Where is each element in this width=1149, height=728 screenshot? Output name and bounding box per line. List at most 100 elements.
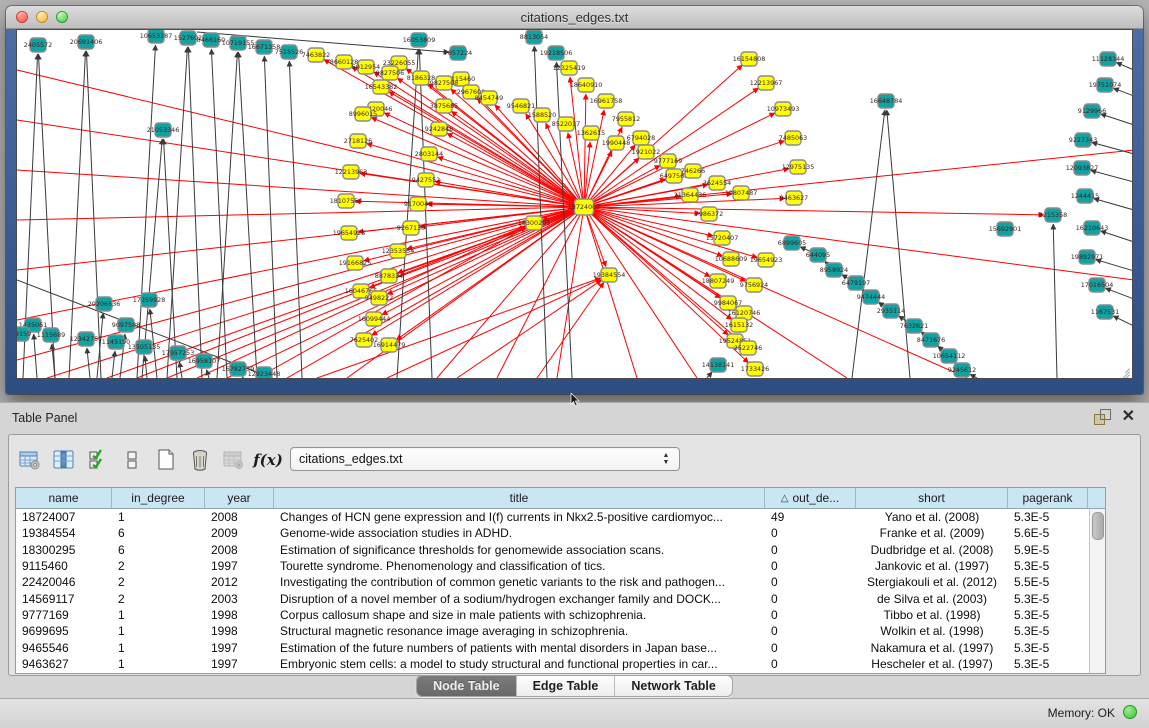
cell-pagerank[interactable]: 5.5E-5 xyxy=(1008,575,1088,589)
column-header-name[interactable]: name xyxy=(16,488,112,508)
close-panel-icon[interactable]: ✕ xyxy=(1122,409,1135,425)
graph-node[interactable]: 7986372 xyxy=(695,207,723,221)
graph-node[interactable]: 7857224 xyxy=(444,46,472,60)
cell-name[interactable]: 9777169 xyxy=(16,608,112,622)
graph-node[interactable]: 20691406 xyxy=(70,35,103,49)
graph-node[interactable]: 19218506 xyxy=(540,46,573,60)
graph-node[interactable]: 12325419 xyxy=(553,61,586,75)
cell-title[interactable]: Estimation of significance thresholds fo… xyxy=(274,543,765,557)
graph-node[interactable]: 9227343 xyxy=(1069,133,1097,147)
cell-pagerank[interactable]: 5.3E-5 xyxy=(1008,608,1088,622)
graph-node[interactable]: 15692901 xyxy=(989,222,1022,236)
graph-node[interactable]: 9827506 xyxy=(376,66,404,80)
column-header-in_degree[interactable]: in_degree xyxy=(112,488,205,508)
delete-table-button[interactable] xyxy=(185,445,215,475)
graph-node[interactable]: 9267130 xyxy=(397,221,425,235)
graph-node[interactable]: 19654923 xyxy=(750,253,783,267)
cell-short[interactable]: Dudbridge et al. (2008) xyxy=(856,543,1008,557)
cell-pagerank[interactable]: 5.3E-5 xyxy=(1008,592,1088,606)
graph-node[interactable]: 12975135 xyxy=(782,160,815,174)
cell-pagerank[interactable]: 5.3E-5 xyxy=(1008,657,1088,671)
zoom-button[interactable] xyxy=(56,11,68,23)
citation-network-graph[interactable]: 1872400774638228660128591295423226055982… xyxy=(17,30,1133,378)
cell-short[interactable]: de Silva et al. (2003) xyxy=(856,592,1008,606)
cell-short[interactable]: Nakamura et al. (1997) xyxy=(856,641,1008,655)
table-row[interactable]: 977716911998Corpus callosum shape and si… xyxy=(16,607,1090,623)
cell-year[interactable]: 1997 xyxy=(205,559,274,573)
cell-in_degree[interactable]: 2 xyxy=(112,559,205,573)
graph-node[interactable]: 7955812 xyxy=(612,112,640,126)
graph-node[interactable]: 18807249 xyxy=(702,274,735,288)
table-row[interactable]: 1830029562008Estimation of significance … xyxy=(16,542,1090,558)
graph-node[interactable]: 15720407 xyxy=(706,231,739,245)
graph-node[interactable]: 7485063 xyxy=(779,131,807,145)
row-select-button[interactable] xyxy=(83,445,113,475)
cell-out_degree[interactable]: 0 xyxy=(765,543,856,557)
cell-in_degree[interactable]: 1 xyxy=(112,641,205,655)
graph-node[interactable]: 1115689 xyxy=(37,328,65,342)
cell-title[interactable]: Investigating the contribution of common… xyxy=(274,575,765,589)
column-header-out_degree[interactable]: △out_de... xyxy=(765,488,856,508)
graph-node[interactable]: 1615132 xyxy=(725,318,753,332)
graph-node[interactable]: 1733426 xyxy=(741,362,769,376)
graph-node[interactable]: 21053346 xyxy=(147,123,180,137)
cell-out_degree[interactable]: 0 xyxy=(765,657,856,671)
graph-node[interactable]: 12213967 xyxy=(750,76,783,90)
cell-pagerank[interactable]: 5.3E-5 xyxy=(1008,641,1088,655)
cell-in_degree[interactable]: 1 xyxy=(112,608,205,622)
graph-node[interactable]: 18640910 xyxy=(570,78,603,92)
window-titlebar[interactable]: citations_edges.txt xyxy=(6,6,1143,29)
cell-name[interactable]: 19384554 xyxy=(16,526,112,540)
graph-node[interactable]: 6479197 xyxy=(842,276,870,290)
cell-title[interactable]: Corpus callosum shape and size in male p… xyxy=(274,608,765,622)
graph-node[interactable]: 12093827 xyxy=(1066,161,1099,175)
tab-node-table[interactable]: Node Table xyxy=(417,676,516,696)
cell-name[interactable]: 22420046 xyxy=(16,575,112,589)
graph-node[interactable]: 6794028 xyxy=(627,131,655,145)
cell-year[interactable]: 1998 xyxy=(205,608,274,622)
cell-in_degree[interactable]: 1 xyxy=(112,510,205,524)
cell-title[interactable]: Tourette syndrome. Phenomenology and cla… xyxy=(274,559,765,573)
graph-node[interactable]: 9498222 xyxy=(365,291,393,305)
graph-node[interactable]: 7515526 xyxy=(275,45,303,59)
graph-node[interactable]: 12213963 xyxy=(335,165,368,179)
graph-node[interactable]: 1244415 xyxy=(1071,189,1099,203)
graph-node[interactable]: 8813054 xyxy=(520,30,548,44)
graph-node[interactable]: 16648784 xyxy=(870,94,903,108)
import-table-button[interactable] xyxy=(219,445,249,475)
cell-pagerank[interactable]: 5.6E-5 xyxy=(1008,526,1088,540)
cell-title[interactable]: Embryonic stem cells: a model to study s… xyxy=(274,657,765,671)
column-header-short[interactable]: short xyxy=(856,488,1008,508)
table-row[interactable]: 911546021997Tourette syndrome. Phenomeno… xyxy=(16,558,1090,574)
tab-edge-table[interactable]: Edge Table xyxy=(517,676,616,696)
graph-node[interactable]: 8454749 xyxy=(475,91,503,105)
graph-node[interactable]: 644095 xyxy=(806,248,830,262)
graph-node[interactable]: 16958107 xyxy=(188,354,221,368)
network-canvas[interactable]: 1872400774638228660128591295423226055982… xyxy=(16,29,1133,379)
table-row[interactable]: 1938455462009Genome-wide association stu… xyxy=(16,525,1090,541)
cell-out_degree[interactable]: 0 xyxy=(765,641,856,655)
cell-out_degree[interactable]: 49 xyxy=(765,510,856,524)
graph-node[interactable]: 10654112 xyxy=(933,349,966,363)
graph-node[interactable]: 2935114 xyxy=(877,304,905,318)
graph-node[interactable]: 16210643 xyxy=(1076,221,1109,235)
cell-short[interactable]: Hescheler et al. (1997) xyxy=(856,657,1008,671)
graph-node[interactable]: 7463822 xyxy=(302,48,330,62)
cell-short[interactable]: Yano et al. (2008) xyxy=(856,510,1008,524)
graph-node[interactable]: 2405572 xyxy=(24,38,52,52)
graph-node[interactable]: 10653287 xyxy=(140,30,173,43)
graph-node[interactable]: 9097588 xyxy=(112,318,140,332)
cell-name[interactable]: 9465546 xyxy=(16,641,112,655)
table-selector-dropdown[interactable]: citations_edges.txt ▲▼ xyxy=(290,447,680,471)
cell-name[interactable]: 9699695 xyxy=(16,624,112,638)
close-button[interactable] xyxy=(16,11,28,23)
cell-short[interactable]: Stergiakouli et al. (2012) xyxy=(856,575,1008,589)
cell-in_degree[interactable]: 6 xyxy=(112,526,205,540)
graph-node[interactable]: 8215358 xyxy=(1039,208,1067,222)
cell-pagerank[interactable]: 5.3E-5 xyxy=(1008,624,1088,638)
table-row[interactable]: 1872400712008Changes of HCN gene express… xyxy=(16,509,1090,525)
graph-node[interactable]: 19892971 xyxy=(1071,250,1104,264)
cell-short[interactable]: Franke et al. (2009) xyxy=(856,526,1008,540)
function-builder-button[interactable]: f(x) xyxy=(253,445,283,475)
graph-node[interactable]: 8996015 xyxy=(349,107,377,121)
